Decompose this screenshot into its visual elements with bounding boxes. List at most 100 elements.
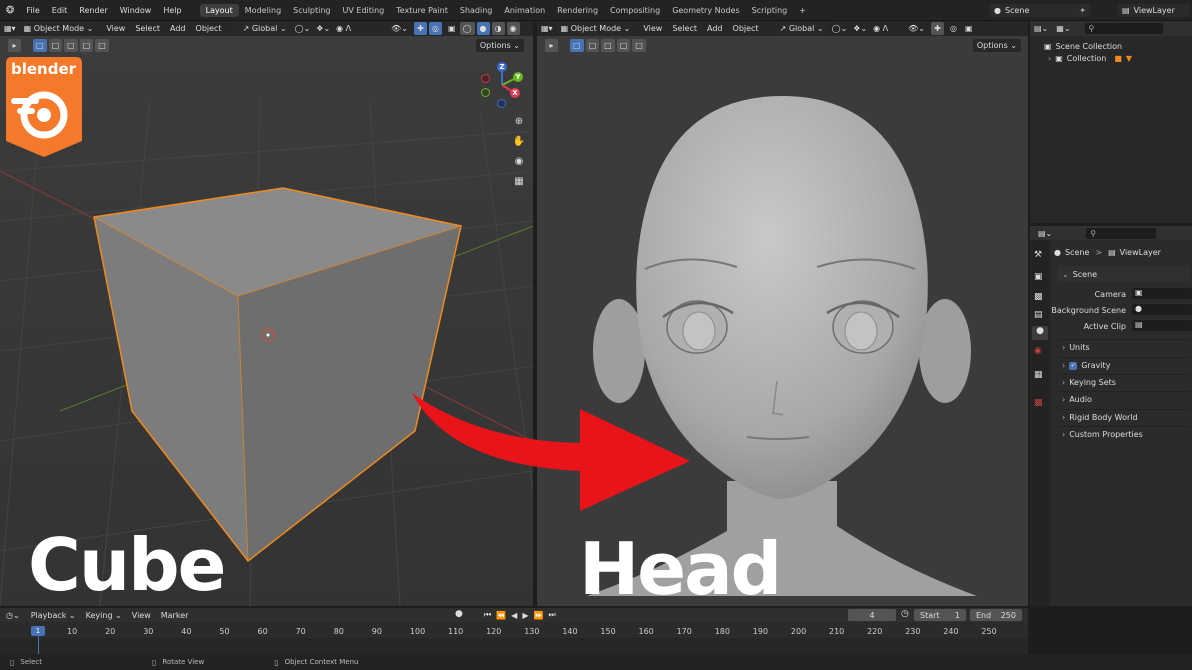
viewport-menu-view[interactable]: View [638, 24, 667, 33]
gizmo-y-axis[interactable]: Y [513, 72, 523, 82]
panel-gravity[interactable]: › ✓ Gravity [1058, 357, 1190, 373]
tab-scripting[interactable]: Scripting [746, 4, 794, 17]
jump-keyframe-forward-icon[interactable]: ⏩ [533, 611, 543, 620]
tab-render-icon[interactable]: ▣ [1034, 272, 1043, 282]
tab-collection-icon[interactable]: ▦ [1034, 370, 1043, 380]
proportional-edit-icon[interactable]: ◉ Λ [873, 24, 888, 33]
camera-field[interactable]: ▣ [1132, 288, 1192, 299]
tab-modeling[interactable]: Modeling [239, 4, 287, 17]
shading-solid-button[interactable]: ● [476, 22, 490, 35]
select-intersect-button[interactable]: □ [632, 39, 646, 52]
select-extend-button[interactable]: □ [585, 39, 600, 52]
panel-scene-header[interactable]: ⌄ Scene [1058, 266, 1190, 282]
snap-icon[interactable]: ❖⌄ [316, 24, 330, 33]
tab-tool-icon[interactable]: ⚒ [1034, 250, 1042, 260]
outliner-row-collection[interactable]: › ▣ Collection ■ ▼ [1048, 52, 1188, 65]
pan-hand-icon[interactable]: ✋ [510, 132, 528, 150]
tab-texture-icon[interactable]: ▩ [1034, 398, 1043, 408]
panel-audio[interactable]: › Audio [1058, 391, 1190, 407]
menu-edit[interactable]: Edit [46, 6, 74, 15]
properties-editor-icon[interactable]: ▤⌄ [1038, 229, 1052, 238]
select-subtract-button[interactable]: □ [64, 39, 78, 52]
tab-compositing[interactable]: Compositing [604, 4, 666, 17]
tab-world-icon[interactable]: ◉ [1034, 346, 1042, 356]
timeline-menu-playback[interactable]: Playback ⌄ [26, 611, 81, 620]
transform-orientation-dropdown[interactable]: ↗ Global ⌄ [238, 22, 291, 35]
transform-orientation-dropdown[interactable]: ↗ Global ⌄ [775, 22, 828, 35]
tab-output-icon[interactable]: ▩ [1034, 292, 1043, 302]
viewport-menu-select[interactable]: Select [667, 24, 702, 33]
start-frame-field[interactable]: Start 1 [914, 609, 966, 621]
outliner-editor-icon[interactable]: ▤⌄ [1034, 24, 1048, 33]
select-box-button[interactable]: □ [570, 39, 584, 52]
pivot-icon[interactable]: ◯⌄ [832, 24, 848, 33]
outliner-search-input[interactable]: ⚲ [1084, 23, 1163, 34]
jump-keyframe-back-icon[interactable]: ⏪ [496, 611, 506, 620]
gizmo-z-axis[interactable]: Z [497, 62, 507, 72]
editor-type-icon[interactable]: ▦▾ [4, 24, 16, 33]
viewport-menu-add[interactable]: Add [165, 24, 191, 33]
timeline-menu-keying[interactable]: Keying ⌄ [81, 611, 127, 620]
options-dropdown[interactable]: Options ⌄ [972, 39, 1021, 52]
timeline-track-area[interactable] [0, 638, 1028, 654]
object-mode-dropdown[interactable]: ▦ Object Mode ⌄ [556, 22, 635, 35]
scene-selector[interactable]: ● Scene ✦ [990, 4, 1090, 17]
tab-geometry-nodes[interactable]: Geometry Nodes [666, 4, 745, 17]
proportional-edit-icon[interactable]: ◉ Λ [336, 24, 351, 33]
blender-menu-icon[interactable]: ❂ [6, 5, 14, 16]
gizmo-toggle-button[interactable]: ✚ [931, 22, 944, 35]
preview-range-icon[interactable]: ◷ [901, 609, 909, 619]
gizmo-x-axis[interactable]: X [510, 88, 520, 98]
panel-units[interactable]: › Units [1058, 339, 1190, 355]
select-intersect-button[interactable]: □ [95, 39, 109, 52]
record-button[interactable]: ● [455, 609, 463, 619]
snap-icon[interactable]: ❖⌄ [853, 24, 867, 33]
menu-file[interactable]: File [20, 6, 45, 15]
select-box-button[interactable]: □ [33, 39, 47, 52]
select-invert-button[interactable]: □ [79, 39, 94, 52]
xray-icon[interactable]: ▣ [965, 24, 973, 33]
visibility-icon[interactable]: 👁⌄ [908, 24, 925, 33]
menu-help[interactable]: Help [157, 6, 187, 15]
tab-rendering[interactable]: Rendering [551, 4, 604, 17]
visibility-icon[interactable]: 👁⌄ [391, 24, 408, 33]
viewport-menu-select[interactable]: Select [130, 24, 165, 33]
outliner-filter-icon[interactable]: ▦⌄ [1056, 24, 1070, 33]
panel-rigid-body-world[interactable]: › Rigid Body World [1058, 409, 1190, 425]
tab-sculpting[interactable]: Sculpting [287, 4, 336, 17]
gravity-checkbox[interactable]: ✓ [1069, 361, 1078, 370]
pin-icon[interactable]: ✦ [1079, 6, 1086, 15]
select-subtract-button[interactable]: □ [601, 39, 615, 52]
tab-view-layer-icon[interactable]: ▤ [1034, 310, 1043, 320]
menu-render[interactable]: Render [73, 6, 113, 15]
pivot-icon[interactable]: ◯⌄ [295, 24, 311, 33]
viewport-menu-view[interactable]: View [101, 24, 130, 33]
xray-icon[interactable]: ▣ [448, 24, 456, 33]
perspective-grid-icon[interactable]: ▦ [510, 172, 528, 190]
jump-start-icon[interactable]: ⏮ [484, 610, 491, 620]
tab-uv-editing[interactable]: UV Editing [337, 4, 391, 17]
play-reverse-icon[interactable]: ◀ [511, 611, 517, 620]
object-mode-dropdown[interactable]: ▦ Object Mode ⌄ [19, 22, 98, 35]
tab-scene-icon[interactable]: ● [1032, 326, 1048, 340]
timeline-editor-icon[interactable]: ◷⌄ [6, 611, 20, 620]
overlay-toggle-button[interactable]: ◎ [429, 22, 442, 35]
add-workspace-button[interactable]: + [793, 4, 812, 17]
viewport-menu-add[interactable]: Add [702, 24, 728, 33]
view-layer-selector[interactable]: ▤ ViewLayer [1118, 4, 1190, 17]
end-frame-field[interactable]: End 250 [970, 609, 1022, 621]
background-scene-field[interactable]: ● [1132, 304, 1192, 315]
select-invert-button[interactable]: □ [616, 39, 631, 52]
shading-material-button[interactable]: ◑ [491, 22, 505, 35]
options-dropdown[interactable]: Options ⌄ [475, 39, 524, 52]
tab-texture-paint[interactable]: Texture Paint [390, 4, 454, 17]
tab-animation[interactable]: Animation [498, 4, 551, 17]
shading-wireframe-button[interactable]: ◯ [459, 22, 475, 35]
shading-rendered-button[interactable]: ◉ [506, 22, 520, 35]
editor-type-icon[interactable]: ▦▾ [541, 24, 553, 33]
select-extend-button[interactable]: □ [48, 39, 63, 52]
camera-view-icon[interactable]: ◉ [510, 152, 528, 170]
panel-custom-properties[interactable]: › Custom Properties [1058, 426, 1190, 442]
zoom-icon[interactable]: ⊕ [510, 112, 528, 130]
jump-end-icon[interactable]: ⏭ [548, 610, 555, 620]
